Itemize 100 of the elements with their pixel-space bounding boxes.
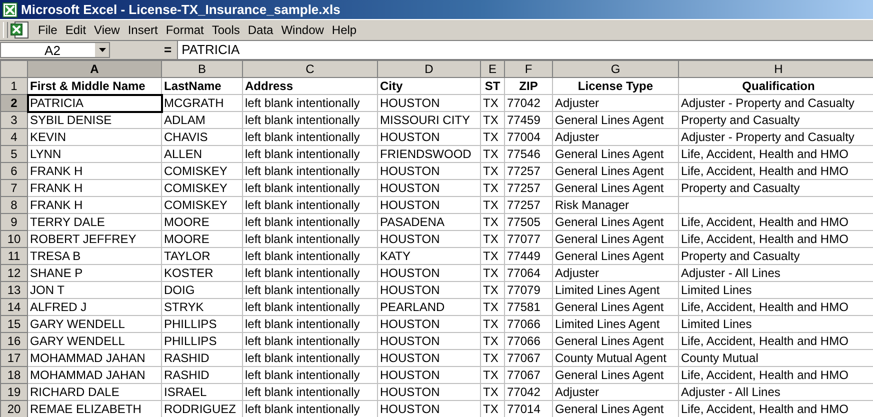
row-header[interactable]: 1 (0, 78, 28, 94)
column-heading-cell: ZIP (504, 78, 552, 94)
column-header[interactable]: C (242, 60, 378, 78)
table-cell: COMISKEY (162, 180, 242, 196)
table-cell: left blank intentionally (242, 248, 378, 264)
dropdown-button[interactable] (94, 43, 109, 57)
menu-item[interactable]: Tools (208, 23, 244, 37)
table-cell: KEVIN (28, 128, 162, 146)
column-header[interactable]: H (678, 60, 873, 78)
row-header[interactable]: 17 (0, 350, 28, 366)
table-cell: DOIG (162, 282, 242, 298)
table-cell: HOUSTON (378, 350, 480, 366)
row-header[interactable]: 11 (0, 248, 28, 264)
table-cell: left blank intentionally (242, 384, 378, 400)
row-header[interactable]: 2 (0, 94, 28, 112)
column-heading-cell: ST (480, 78, 504, 94)
table-cell: TX (480, 162, 504, 180)
table-cell: 77066 (504, 316, 552, 332)
table-cell: TERRY DALE (28, 214, 162, 230)
table-cell: ROBERT JEFFREY (28, 230, 162, 248)
name-box[interactable]: A2 (0, 42, 110, 58)
table-cell: HOUSTON (378, 264, 480, 282)
table-cell: TX (480, 264, 504, 282)
table-cell: left blank intentionally (242, 264, 378, 282)
table-cell: left blank intentionally (242, 94, 378, 112)
row-header[interactable]: 12 (0, 264, 28, 282)
column-heading-cell: City (378, 78, 480, 94)
row-header[interactable]: 7 (0, 180, 28, 196)
table-cell: ALFRED J (28, 298, 162, 316)
table-cell: MOORE (162, 230, 242, 248)
table-cell: HOUSTON (378, 316, 480, 332)
menu-item[interactable]: Help (328, 23, 361, 37)
table-cell: TX (480, 146, 504, 162)
table-cell: Limited Lines Agent (552, 282, 678, 298)
column-header[interactable]: E (480, 60, 504, 78)
table-cell: General Lines Agent (552, 400, 678, 417)
row-header[interactable]: 4 (0, 128, 28, 146)
table-cell: MOORE (162, 214, 242, 230)
menu-item[interactable]: Insert (124, 23, 162, 37)
select-all-corner[interactable] (0, 60, 28, 78)
row-header[interactable]: 13 (0, 282, 28, 298)
table-cell: ISRAEL (162, 384, 242, 400)
row-header[interactable]: 15 (0, 316, 28, 332)
table-cell: MISSOURI CITY (378, 112, 480, 128)
menu-item[interactable]: File (34, 23, 62, 37)
table-cell: HOUSTON (378, 384, 480, 400)
row-header[interactable]: 5 (0, 146, 28, 162)
table-cell: Adjuster (552, 128, 678, 146)
formula-field[interactable]: PATRICIA (176, 41, 873, 59)
table-cell: left blank intentionally (242, 230, 378, 248)
row-header[interactable]: 14 (0, 298, 28, 316)
table-cell: General Lines Agent (552, 214, 678, 230)
row-header[interactable]: 20 (0, 400, 28, 417)
column-heading-cell: Address (242, 78, 378, 94)
table-cell: 77014 (504, 400, 552, 417)
row-header[interactable]: 9 (0, 214, 28, 230)
table-cell: left blank intentionally (242, 162, 378, 180)
table-cell: 77077 (504, 230, 552, 248)
column-header[interactable]: A (28, 60, 162, 78)
table-cell: KATY (378, 248, 480, 264)
row-header[interactable]: 16 (0, 332, 28, 350)
table-cell: left blank intentionally (242, 366, 378, 384)
table-cell: left blank intentionally (242, 316, 378, 332)
menu-item[interactable]: Edit (61, 23, 90, 37)
table-cell: LYNN (28, 146, 162, 162)
table-cell: PHILLIPS (162, 332, 242, 350)
caret-icon (98, 48, 106, 52)
column-header[interactable]: D (378, 60, 480, 78)
menu-item[interactable]: Format (162, 23, 208, 37)
row-header[interactable]: 10 (0, 230, 28, 248)
row-header[interactable]: 8 (0, 196, 28, 214)
table-cell: COMISKEY (162, 196, 242, 214)
table-cell: TX (480, 128, 504, 146)
menu-item[interactable]: Window (277, 23, 328, 37)
menu-item[interactable]: Data (244, 23, 278, 37)
table-cell: KOSTER (162, 264, 242, 282)
column-header[interactable]: F (504, 60, 552, 78)
table-cell: FRANK H (28, 196, 162, 214)
table-cell: General Lines Agent (552, 230, 678, 248)
column-header[interactable]: B (162, 60, 242, 78)
table-cell: left blank intentionally (242, 400, 378, 417)
table-cell: General Lines Agent (552, 180, 678, 196)
row-header[interactable]: 3 (0, 112, 28, 128)
row-header[interactable]: 19 (0, 384, 28, 400)
table-cell: 77257 (504, 180, 552, 196)
table-cell: left blank intentionally (242, 180, 378, 196)
table-cell: Adjuster (552, 264, 678, 282)
menu-item[interactable]: View (90, 23, 124, 37)
table-cell: left blank intentionally (242, 214, 378, 230)
workbook-icon[interactable] (10, 21, 30, 39)
table-cell: General Lines Agent (552, 162, 678, 180)
table-cell: 77581 (504, 298, 552, 316)
row-header[interactable]: 6 (0, 162, 28, 180)
column-header[interactable]: G (552, 60, 678, 78)
table-cell: TX (480, 180, 504, 196)
table-cell: Adjuster (552, 384, 678, 400)
table-cell: TX (480, 214, 504, 230)
table-cell: 77257 (504, 196, 552, 214)
table-cell: GARY WENDELL (28, 316, 162, 332)
row-header[interactable]: 18 (0, 366, 28, 384)
